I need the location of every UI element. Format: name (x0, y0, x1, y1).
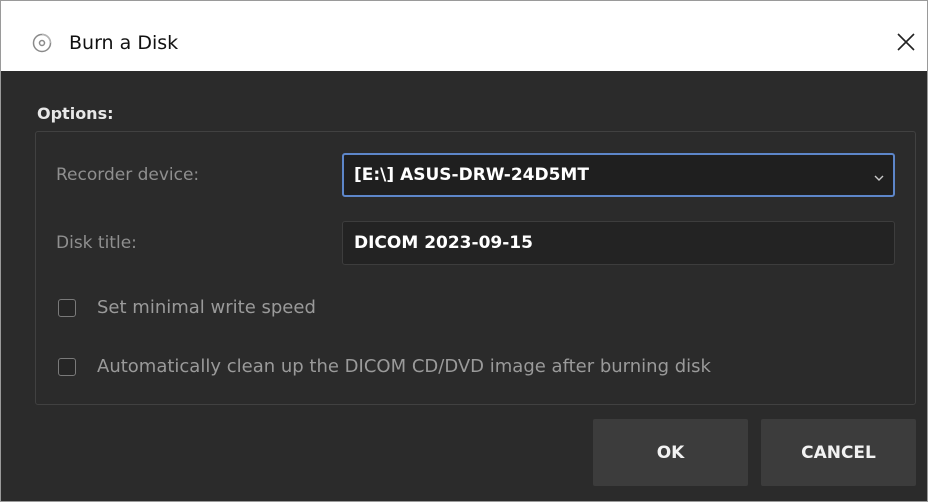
close-icon (897, 33, 915, 55)
burn-disk-dialog: Burn a Disk Options: Recorder device: [E… (0, 0, 928, 502)
disc-burn-icon (32, 33, 52, 53)
auto-cleanup-checkbox[interactable] (58, 358, 76, 376)
close-button[interactable] (891, 29, 921, 59)
title-bar: Burn a Disk (1, 1, 927, 71)
ok-button[interactable]: OK (593, 419, 748, 486)
chevron-down-icon (873, 169, 885, 181)
recorder-device-value: [E:\] ASUS-DRW-24D5MT (354, 165, 589, 185)
disk-title-value: DICOM 2023-09-15 (354, 233, 533, 253)
recorder-device-label: Recorder device: (56, 165, 200, 185)
cancel-button[interactable]: CANCEL (761, 419, 916, 486)
min-write-speed-label: Set minimal write speed (97, 297, 316, 318)
disk-title-label: Disk title: (56, 233, 137, 253)
recorder-device-select[interactable]: [E:\] ASUS-DRW-24D5MT (342, 153, 895, 197)
min-write-speed-checkbox[interactable] (58, 299, 76, 317)
auto-cleanup-label: Automatically clean up the DICOM CD/DVD … (97, 356, 711, 377)
disk-title-input[interactable]: DICOM 2023-09-15 (342, 221, 895, 265)
window-title: Burn a Disk (69, 32, 179, 54)
options-heading: Options: (37, 104, 114, 123)
